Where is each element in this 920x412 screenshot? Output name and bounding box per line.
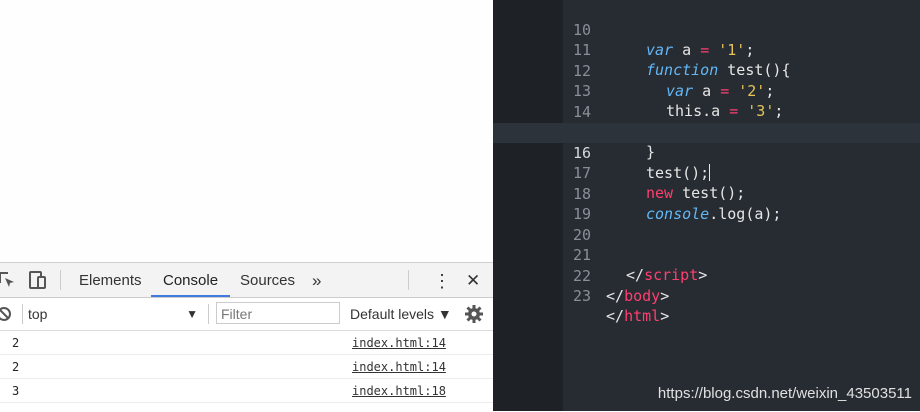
code-text: </body>: [606, 287, 670, 305]
console-value: 3: [12, 384, 20, 398]
code-line: 11 function test(){: [493, 20, 920, 79]
close-icon[interactable]: ✕: [466, 263, 480, 297]
console-row: 3 index.html:18: [0, 379, 493, 403]
code-line: 15 }: [493, 102, 920, 161]
source-link[interactable]: index.html:18: [352, 384, 446, 398]
context-value: top: [28, 306, 48, 322]
toolbar-divider: [60, 270, 61, 290]
inspect-element-icon[interactable]: [0, 269, 18, 291]
log-levels-select[interactable]: Default levels ▼: [350, 303, 452, 325]
tab-elements[interactable]: Elements: [79, 263, 142, 297]
console-value: 2: [12, 360, 20, 374]
source-link[interactable]: index.html:14: [352, 336, 446, 350]
devtools-toolbar: Elements Console Sources » ⋮ ✕: [0, 263, 493, 298]
tab-sources[interactable]: Sources: [240, 263, 295, 297]
code-line: 23 </html>: [493, 266, 920, 325]
code-line: 19: [493, 184, 920, 223]
filter-divider: [208, 304, 209, 324]
code-editor[interactable]: 10 var a = '1'; 11 function test(){ 12 v…: [493, 0, 920, 411]
chevron-down-icon: ▼: [186, 307, 198, 321]
device-toolbar-icon[interactable]: [26, 269, 48, 291]
code-line: 17 new test();: [493, 143, 920, 202]
code-line: 21 </script>: [493, 225, 920, 284]
toolbar-divider: [408, 270, 409, 290]
page-viewport: [0, 0, 493, 262]
console-filter-bar: top ▼ Filter Default levels ▼: [0, 298, 493, 331]
console-row: 2 index.html:14: [0, 355, 493, 379]
code-text: </html>: [606, 307, 670, 325]
code-line: 13 this.a = '3';: [493, 61, 920, 120]
line-number: 23: [572, 287, 591, 305]
code-line: 14 console.log(a);: [493, 82, 920, 141]
filter-input[interactable]: Filter: [216, 302, 340, 324]
console-messages: 2 index.html:14 2 index.html:14 3 index.…: [0, 331, 493, 403]
console-value: 2: [12, 336, 20, 350]
watermark: https://blog.csdn.net/weixin_43503511: [657, 385, 912, 402]
tab-console[interactable]: Console: [151, 263, 231, 297]
code-line-active: 16 test();: [493, 123, 920, 182]
clear-console-icon[interactable]: [0, 306, 12, 322]
code-line: 20: [493, 205, 920, 244]
devtools-menu-icon[interactable]: ⋮: [433, 263, 451, 297]
devtools-panel: Elements Console Sources » ⋮ ✕ top ▼ Fil…: [0, 262, 493, 412]
gear-icon[interactable]: [464, 304, 484, 324]
source-link[interactable]: index.html:14: [352, 360, 446, 374]
more-tabs-icon[interactable]: »: [312, 263, 321, 297]
filter-divider: [22, 304, 23, 324]
code-line: 22 </body>: [493, 246, 920, 305]
code-line: 10 var a = '1';: [493, 0, 920, 59]
console-row: 2 index.html:14: [0, 331, 493, 355]
code-line: 12 var a = '2';: [493, 41, 920, 100]
browser-pane: Elements Console Sources » ⋮ ✕ top ▼ Fil…: [0, 0, 493, 412]
code-line: 18 console.log(a);: [493, 164, 920, 223]
context-select[interactable]: top ▼: [28, 303, 204, 325]
